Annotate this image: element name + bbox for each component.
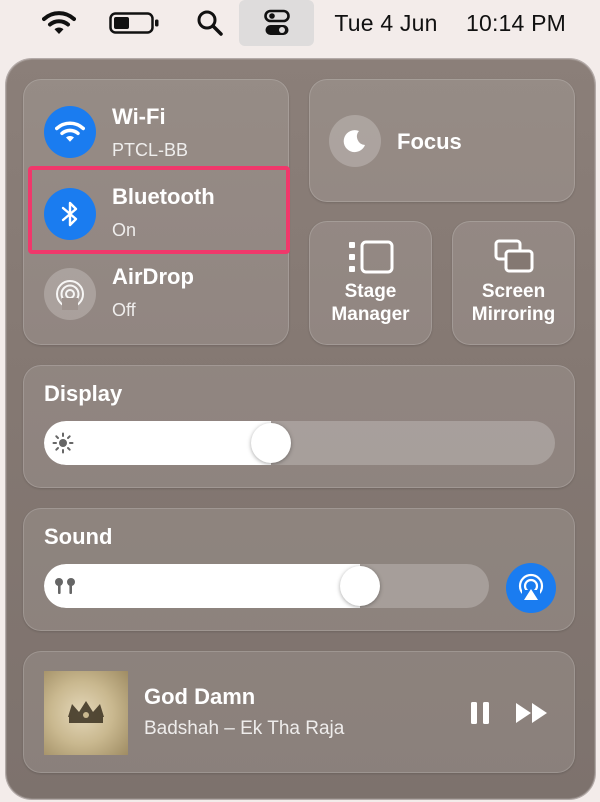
airdrop-status: Off [112, 300, 136, 320]
stage-manager-tile[interactable]: Stage Manager [309, 221, 432, 345]
volume-fill [44, 564, 360, 608]
control-center-icon [263, 9, 290, 35]
focus-label: Focus [397, 129, 462, 154]
forward-icon [516, 703, 547, 723]
wifi-menu[interactable] [38, 0, 80, 46]
control-center-button[interactable] [239, 0, 314, 46]
next-track-button[interactable] [510, 694, 554, 732]
screen-mirroring-tile[interactable]: Screen Mirroring [452, 221, 575, 345]
airdrop-title: AirDrop [112, 264, 194, 289]
screen-mirroring-label-2: Mirroring [471, 304, 556, 325]
display-tile: Display [23, 365, 575, 488]
airdrop-icon[interactable] [44, 268, 96, 320]
menubar-date[interactable]: Tue 4 Jun [326, 0, 446, 46]
display-label: Display [44, 381, 123, 406]
volume-knob[interactable] [340, 566, 380, 606]
track-title: God Damn [144, 684, 256, 709]
screen-mirroring-label-1: Screen [481, 281, 546, 302]
wifi-icon [42, 11, 76, 34]
menu-bar: Tue 4 Jun 10:14 PM [0, 0, 600, 46]
wifi-network-name: PTCL-BB [112, 140, 189, 160]
wifi-toggle[interactable]: Wi-Fi PTCL-BB [38, 98, 278, 166]
sun-icon [52, 432, 74, 454]
menubar-time[interactable]: 10:14 PM [456, 0, 576, 46]
pause-button[interactable] [462, 694, 498, 732]
airdrop-toggle[interactable]: AirDrop Off [38, 258, 278, 326]
brightness-knob[interactable] [251, 423, 291, 463]
album-artwork[interactable] [44, 671, 128, 755]
battery-icon [109, 12, 159, 34]
battery-menu[interactable] [108, 0, 162, 46]
airpods-icon [55, 578, 75, 594]
moon-icon [329, 115, 381, 167]
sound-label: Sound [44, 524, 113, 549]
search-icon [197, 10, 223, 36]
stage-manager-icon [349, 240, 394, 274]
airplay-icon [518, 573, 544, 602]
pause-icon [471, 702, 489, 724]
airplay-audio-button[interactable] [506, 563, 556, 613]
sound-tile: Sound [23, 508, 575, 631]
wifi-title: Wi-Fi [112, 104, 166, 129]
volume-slider[interactable] [44, 564, 489, 608]
bluetooth-highlight-box [28, 166, 290, 254]
brightness-fill [44, 421, 271, 465]
brightness-slider[interactable] [44, 421, 555, 465]
track-artist: Badshah – Ek Tha Raja [144, 718, 345, 739]
wifi-icon[interactable] [44, 106, 96, 158]
screen-mirroring-icon [494, 239, 534, 273]
stage-manager-label-2: Manager [331, 304, 410, 325]
spotlight-search[interactable] [192, 0, 228, 46]
focus-tile[interactable]: Focus [309, 79, 575, 202]
stage-manager-label-1: Stage [344, 281, 397, 302]
